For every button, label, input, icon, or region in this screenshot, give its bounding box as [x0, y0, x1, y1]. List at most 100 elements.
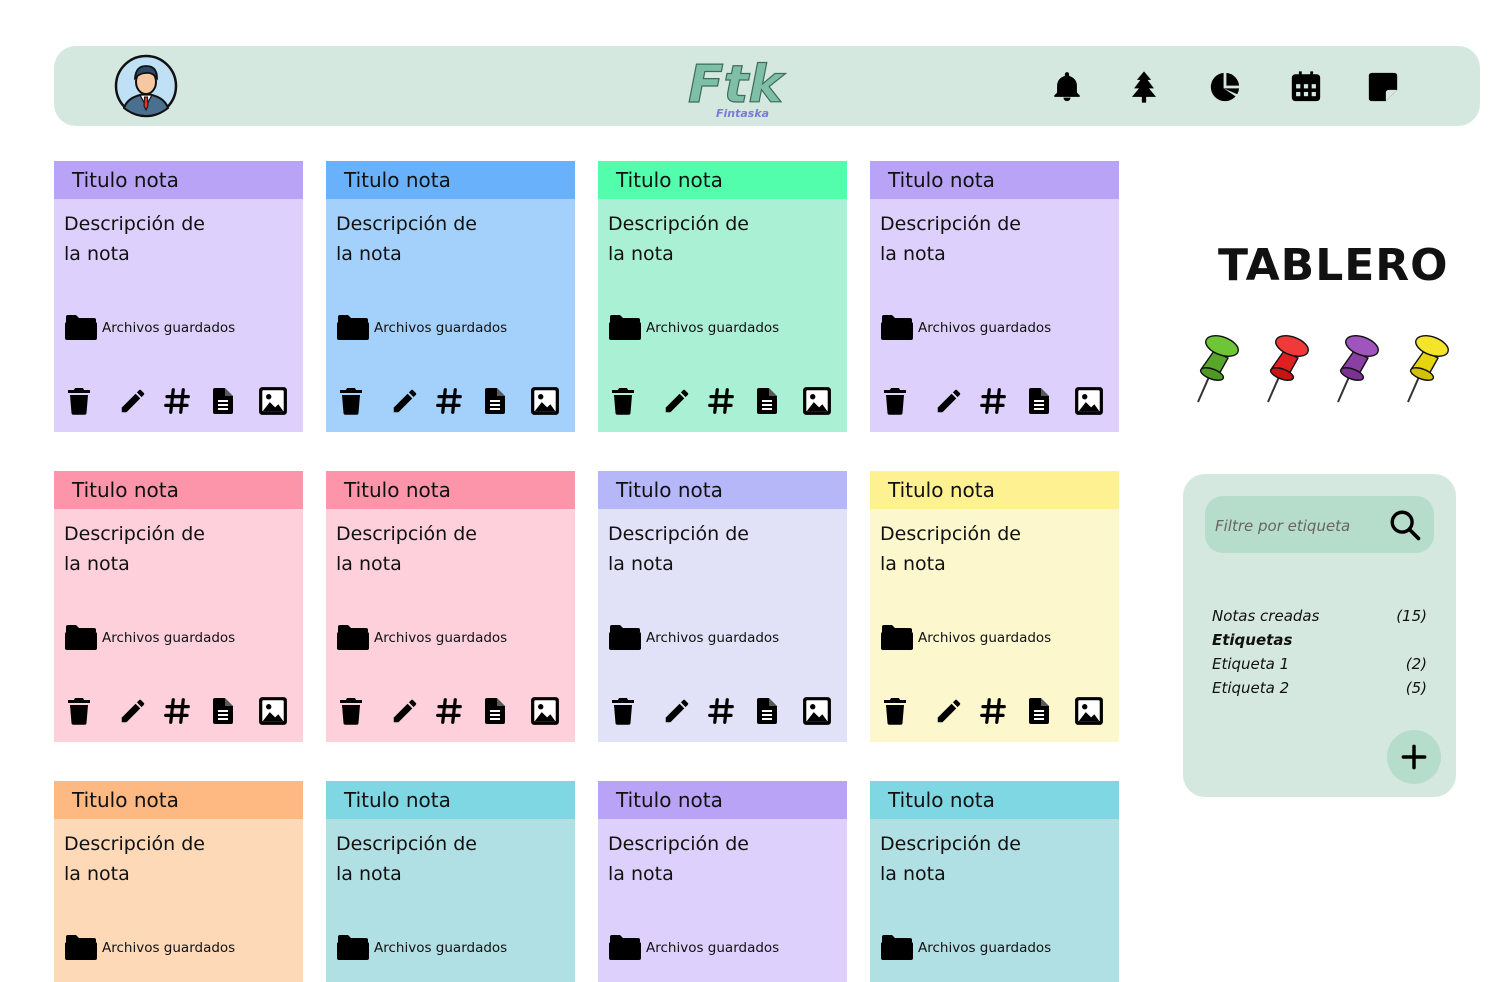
note-title[interactable]: Titulo nota [326, 781, 575, 819]
saved-files-link[interactable]: Archivos guardados [608, 314, 779, 341]
saved-files-link[interactable]: Archivos guardados [880, 624, 1051, 651]
note-description[interactable]: Descripción de la nota [880, 829, 1080, 889]
trash-button[interactable] [880, 384, 910, 418]
image-button[interactable] [1074, 384, 1104, 418]
image-button[interactable] [530, 384, 560, 418]
hashtag-button[interactable] [978, 694, 1008, 728]
note-card[interactable]: Titulo nota Descripción de la nota Archivos… [54, 161, 303, 432]
saved-files-link[interactable]: Archivos guardados [336, 624, 507, 651]
notes-button[interactable] [1366, 70, 1400, 104]
note-title[interactable]: Titulo nota [326, 161, 575, 199]
note-title[interactable]: Titulo nota [870, 161, 1119, 199]
hashtag-button[interactable] [706, 384, 736, 418]
stats-button[interactable] [1208, 70, 1242, 104]
saved-files-link[interactable]: Archivos guardados [64, 314, 235, 341]
tree-button[interactable] [1127, 70, 1161, 104]
hashtag-button[interactable] [706, 694, 736, 728]
note-description[interactable]: Descripción de la nota [64, 209, 264, 269]
document-button[interactable] [1024, 384, 1054, 418]
saved-files-link[interactable]: Archivos guardados [608, 934, 779, 961]
note-description[interactable]: Descripción de la nota [64, 829, 264, 889]
hashtag-button[interactable] [434, 384, 464, 418]
note-description[interactable]: Descripción de la nota [608, 209, 808, 269]
image-button[interactable] [258, 694, 288, 728]
trash-button[interactable] [64, 694, 94, 728]
trash-button[interactable] [608, 384, 638, 418]
note-title[interactable]: Titulo nota [598, 471, 847, 509]
pencil-button[interactable] [934, 694, 964, 728]
saved-files-link[interactable]: Archivos guardados [880, 314, 1051, 341]
note-description[interactable]: Descripción de la nota [608, 829, 808, 889]
image-button[interactable] [802, 694, 832, 728]
note-card[interactable]: Titulo nota Descripción de la nota Archivos… [870, 471, 1119, 742]
saved-files-link[interactable]: Archivos guardados [336, 934, 507, 961]
note-card[interactable]: Titulo nota Descripción de la nota Archivos… [598, 781, 847, 982]
search-button[interactable] [1388, 508, 1422, 542]
stat-tag-2[interactable]: Etiqueta 2 (5) [1212, 679, 1427, 697]
note-title[interactable]: Titulo nota [326, 471, 575, 509]
note-card[interactable]: Titulo nota Descripción de la nota Archivos… [54, 781, 303, 982]
note-title[interactable]: Titulo nota [54, 781, 303, 819]
saved-files-link[interactable]: Archivos guardados [880, 934, 1051, 961]
note-description[interactable]: Descripción de la nota [64, 519, 264, 579]
note-card[interactable]: Titulo nota Descripción de la nota Archivos… [598, 161, 847, 432]
logo-subtext: Fintaska [716, 107, 769, 120]
hashtag-button[interactable] [978, 384, 1008, 418]
pencil-button[interactable] [934, 384, 964, 418]
note-card[interactable]: Titulo nota Descripción de la nota Archivos… [870, 161, 1119, 432]
pencil-button[interactable] [390, 384, 420, 418]
image-button[interactable] [802, 384, 832, 418]
note-title[interactable]: Titulo nota [598, 161, 847, 199]
note-card[interactable]: Titulo nota Descripción de la nota Archivos… [870, 781, 1119, 982]
note-title[interactable]: Titulo nota [54, 471, 303, 509]
note-card[interactable]: Titulo nota Descripción de la nota Archivos… [54, 471, 303, 742]
document-button[interactable] [752, 384, 782, 418]
pencil-button[interactable] [390, 694, 420, 728]
image-button[interactable] [530, 694, 560, 728]
document-button[interactable] [480, 694, 510, 728]
note-card[interactable]: Titulo nota Descripción de la nota Archivos… [598, 471, 847, 742]
saved-files-link[interactable]: Archivos guardados [608, 624, 779, 651]
saved-files-link[interactable]: Archivos guardados [64, 934, 235, 961]
document-button[interactable] [480, 384, 510, 418]
note-title[interactable]: Titulo nota [870, 781, 1119, 819]
saved-files-link[interactable]: Archivos guardados [336, 314, 507, 341]
hashtag-button[interactable] [162, 694, 192, 728]
trash-button[interactable] [336, 694, 366, 728]
note-title[interactable]: Titulo nota [598, 781, 847, 819]
trash-button[interactable] [64, 384, 94, 418]
trash-button[interactable] [880, 694, 910, 728]
note-card[interactable]: Titulo nota Descripción de la nota Archivos… [326, 471, 575, 742]
document-button[interactable] [208, 384, 238, 418]
pencil-button[interactable] [662, 694, 692, 728]
calendar-button[interactable] [1289, 70, 1323, 104]
document-button[interactable] [752, 694, 782, 728]
hashtag-button[interactable] [162, 384, 192, 418]
note-card[interactable]: Titulo nota Descripción de la nota Archivos… [326, 781, 575, 982]
document-button[interactable] [208, 694, 238, 728]
note-description[interactable]: Descripción de la nota [880, 209, 1080, 269]
trash-button[interactable] [608, 694, 638, 728]
tag-search-input[interactable] [1213, 496, 1387, 555]
image-button[interactable] [1074, 694, 1104, 728]
note-description[interactable]: Descripción de la nota [608, 519, 808, 579]
pencil-button[interactable] [118, 384, 148, 418]
add-note-button[interactable] [1387, 730, 1441, 784]
user-avatar[interactable] [114, 54, 178, 118]
note-description[interactable]: Descripción de la nota [336, 209, 536, 269]
image-button[interactable] [258, 384, 288, 418]
note-card[interactable]: Titulo nota Descripción de la nota Archivos… [326, 161, 575, 432]
note-description[interactable]: Descripción de la nota [336, 519, 536, 579]
pencil-button[interactable] [662, 384, 692, 418]
notifications-button[interactable] [1050, 70, 1084, 104]
note-description[interactable]: Descripción de la nota [880, 519, 1080, 579]
stat-tag-1[interactable]: Etiqueta 1 (2) [1212, 655, 1427, 673]
pencil-button[interactable] [118, 694, 148, 728]
trash-button[interactable] [336, 384, 366, 418]
hashtag-button[interactable] [434, 694, 464, 728]
saved-files-link[interactable]: Archivos guardados [64, 624, 235, 651]
note-title[interactable]: Titulo nota [870, 471, 1119, 509]
note-description[interactable]: Descripción de la nota [336, 829, 536, 889]
note-title[interactable]: Titulo nota [54, 161, 303, 199]
document-button[interactable] [1024, 694, 1054, 728]
